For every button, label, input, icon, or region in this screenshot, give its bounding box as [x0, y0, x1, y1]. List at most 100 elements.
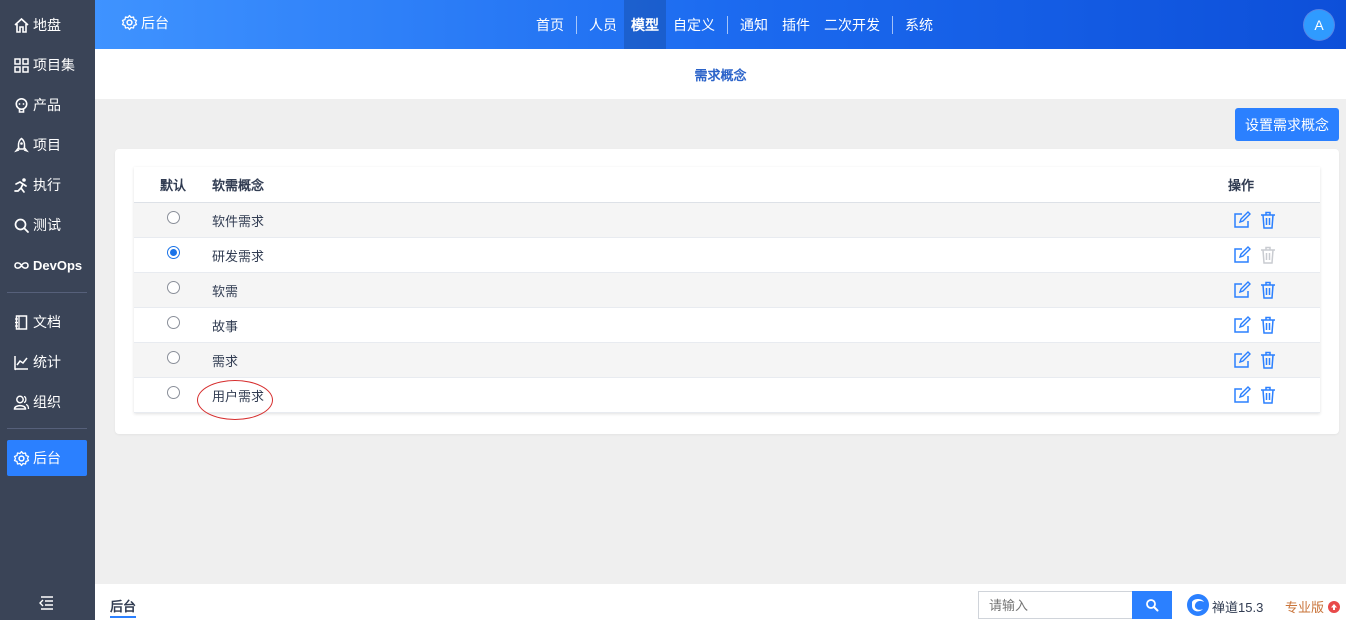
concept-name: 软件需求 [212, 213, 265, 229]
search-button[interactable] [1132, 591, 1172, 619]
sidebar-item-label: 测试 [33, 217, 61, 233]
magnifier-icon [12, 216, 30, 234]
sidebar-item-dashboard[interactable]: 地盘 [7, 7, 87, 43]
module-title-label: 后台 [141, 15, 169, 31]
sidebar-item-product[interactable]: 产品 [7, 87, 87, 123]
footer-bar: 后台 禅道15.3 专业版 [95, 584, 1346, 620]
concept-name: 软需 [212, 283, 239, 299]
sidebar-item-test[interactable]: 测试 [7, 207, 87, 243]
trash-icon[interactable] [1258, 350, 1278, 370]
edition-link[interactable]: 专业版 [1285, 597, 1341, 616]
zentao-logo-icon [1186, 593, 1210, 617]
col-name-header: 软需概念 [212, 178, 265, 193]
edit-icon[interactable] [1232, 315, 1252, 335]
sidebar-item-label: 文档 [33, 314, 61, 330]
user-avatar[interactable]: A [1304, 10, 1334, 40]
concept-name: 需求 [212, 353, 239, 369]
module-title[interactable]: 后台 [121, 13, 169, 33]
concept-table: 默认 软需概念 操作 软件需求 研发需求 软需 故事 需求 用户需求 [134, 167, 1320, 420]
sidebar-item-program[interactable]: 项目集 [7, 47, 87, 83]
default-radio[interactable] [166, 385, 180, 399]
sidebar-item-doc[interactable]: 文档 [7, 304, 87, 340]
edit-icon[interactable] [1232, 210, 1252, 230]
nav-notify[interactable]: 通知 [733, 0, 775, 49]
sidebar-item-org[interactable]: 组织 [7, 384, 87, 420]
sidebar-divider [7, 292, 87, 293]
sidebar-item-label: DevOps [33, 257, 83, 273]
book-icon [12, 313, 30, 331]
trash-icon[interactable] [1258, 385, 1278, 405]
upgrade-arrow-icon [1328, 600, 1341, 613]
sidebar-item-project[interactable]: 项目 [7, 127, 87, 163]
search-icon [1146, 599, 1159, 612]
default-radio[interactable] [166, 280, 180, 294]
nav-system[interactable]: 系统 [898, 0, 940, 49]
sidebar-item-label: 项目 [33, 137, 61, 153]
top-header: 后台 首页 人员 模型 自定义 通知 插件 二次开发 系统 A [95, 0, 1346, 49]
set-concept-button[interactable]: 设置需求概念 [1235, 108, 1339, 141]
nav-separator [727, 15, 728, 34]
table-header: 默认 软需概念 操作 [134, 167, 1320, 203]
edit-icon[interactable] [1232, 385, 1252, 405]
edition-label: 专业版 [1285, 600, 1325, 615]
trash-icon[interactable] [1258, 280, 1278, 300]
home-icon [12, 16, 30, 34]
sidebar-item-execution[interactable]: 执行 [7, 167, 87, 203]
concept-name: 研发需求 [212, 248, 265, 264]
table-row: 研发需求 [134, 238, 1320, 273]
table-row: 软件需求 [134, 203, 1320, 238]
nav-model[interactable]: 模型 [624, 0, 666, 49]
nav-separator [576, 15, 577, 34]
sidebar-item-label: 统计 [33, 354, 61, 370]
sidebar-item-label: 地盘 [33, 17, 61, 33]
concept-name: 故事 [212, 318, 239, 334]
version-label: 禅道15.3 [1212, 600, 1264, 615]
edit-icon[interactable] [1232, 350, 1252, 370]
page-title[interactable]: 需求概念 [694, 65, 746, 84]
sidebar-item-devops[interactable]: DevOps [7, 247, 87, 283]
gear-icon [121, 14, 139, 32]
grid-icon [12, 56, 30, 74]
sub-header: 需求概念 [95, 49, 1346, 99]
concept-panel: 默认 软需概念 操作 软件需求 研发需求 软需 故事 需求 用户需求 [115, 149, 1339, 434]
gear-icon [12, 449, 30, 467]
collapse-menu-icon[interactable] [38, 594, 56, 612]
sidebar-item-label: 项目集 [33, 57, 75, 73]
sidebar-item-label: 执行 [33, 177, 61, 193]
sidebar: 地盘 项目集 产品 项目 执行 测试 DevOps 文档 统计 组织 后台 [0, 0, 95, 620]
edit-icon[interactable] [1232, 280, 1252, 300]
sidebar-divider [7, 428, 87, 429]
col-actions-header: 操作 [1228, 178, 1255, 193]
chart-icon [12, 353, 30, 371]
table-row: 需求 [134, 343, 1320, 378]
rocket-icon [12, 136, 30, 154]
main-nav: 首页 人员 模型 自定义 通知 插件 二次开发 系统 [529, 0, 940, 49]
table-row: 故事 [134, 308, 1320, 343]
col-default-header: 默认 [159, 178, 186, 193]
infinity-icon [12, 256, 30, 274]
sidebar-item-label: 组织 [33, 394, 61, 410]
sidebar-item-label: 后台 [33, 450, 61, 466]
table-row: 软需 [134, 273, 1320, 308]
default-radio[interactable] [166, 350, 180, 364]
nav-plugins[interactable]: 插件 [775, 0, 817, 49]
sidebar-item-admin[interactable]: 后台 [7, 440, 87, 476]
trash-icon[interactable] [1258, 315, 1278, 335]
people-icon [12, 393, 30, 411]
table-row: 用户需求 [134, 378, 1320, 420]
trash-icon-disabled [1258, 245, 1278, 265]
sidebar-item-label: 产品 [33, 97, 61, 113]
breadcrumb[interactable]: 后台 [110, 596, 137, 618]
nav-users[interactable]: 人员 [582, 0, 624, 49]
default-radio[interactable] [166, 245, 180, 259]
sidebar-item-stats[interactable]: 统计 [7, 344, 87, 380]
nav-dev[interactable]: 二次开发 [817, 0, 887, 49]
nav-home[interactable]: 首页 [529, 0, 571, 49]
default-radio[interactable] [166, 210, 180, 224]
default-radio[interactable] [166, 315, 180, 329]
search-input[interactable] [978, 591, 1133, 619]
edit-icon[interactable] [1232, 245, 1252, 265]
nav-separator [892, 15, 893, 34]
trash-icon[interactable] [1258, 210, 1278, 230]
nav-custom[interactable]: 自定义 [666, 0, 722, 49]
